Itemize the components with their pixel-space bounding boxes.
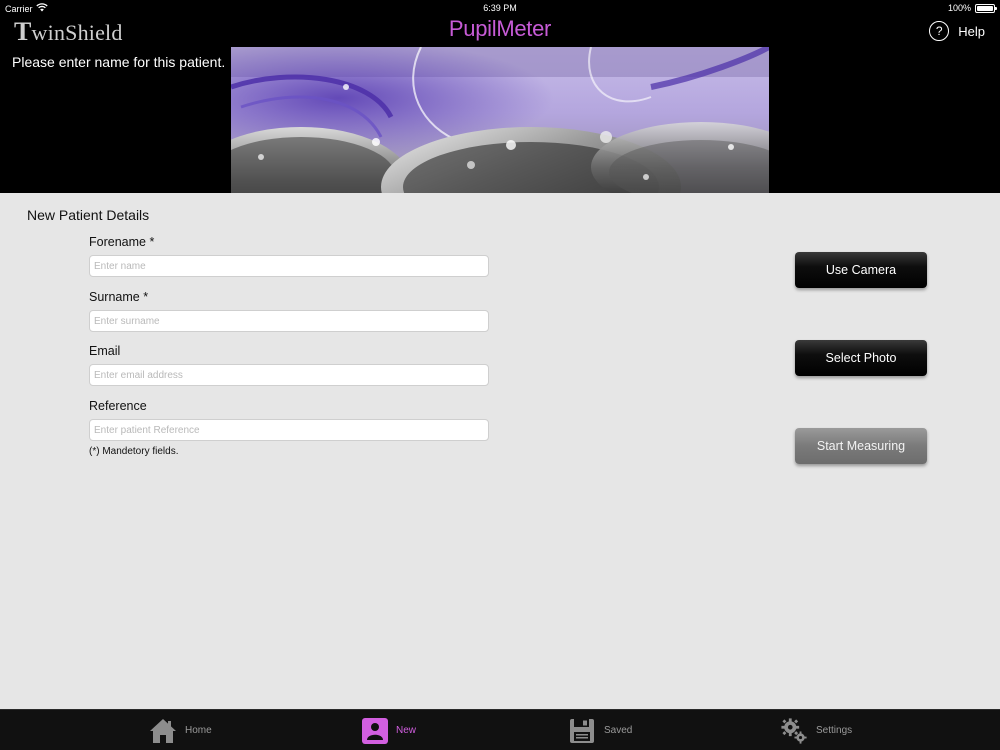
select-photo-button[interactable]: Select Photo (795, 340, 927, 376)
forename-label: Forename * (89, 235, 155, 249)
reference-label: Reference (89, 399, 147, 413)
question-circle-icon: ? (929, 21, 950, 41)
mandatory-note: (*) Mandetory fields. (89, 446, 179, 457)
tab-bar: Home New Saved Settings (0, 709, 1000, 750)
status-time: 6:39 PM (483, 3, 517, 13)
battery-icon (975, 3, 997, 13)
tab-home[interactable]: Home (149, 710, 212, 750)
forename-input[interactable] (89, 255, 489, 277)
status-battery: 100% (947, 3, 997, 13)
patient-form-panel: New Patient Details Forename * Surname *… (0, 193, 1000, 709)
tab-settings[interactable]: Settings (780, 710, 852, 750)
floppy-disk-icon (568, 717, 596, 745)
gears-icon (780, 717, 808, 745)
app-title: PupilMeter (448, 16, 552, 41)
email-input[interactable] (89, 364, 489, 386)
email-label: Email (89, 344, 121, 358)
tab-settings-label: Settings (816, 725, 853, 736)
tab-saved-label: Saved (604, 725, 633, 736)
use-camera-button[interactable]: Use Camera (795, 252, 927, 288)
battery-percent: 100% (947, 3, 971, 13)
patient-prompt: Please enter name for this patient. (12, 54, 226, 70)
tab-home-label: Home (185, 725, 212, 736)
section-title: New Patient Details (27, 207, 150, 223)
home-icon (149, 717, 177, 745)
tab-new-label: New (396, 725, 417, 736)
surname-input[interactable] (89, 310, 489, 332)
surname-label: Surname * (89, 290, 149, 304)
help-label: Help (958, 23, 985, 39)
lens-banner-image (231, 47, 769, 193)
start-measuring-button[interactable]: Start Measuring (795, 428, 927, 464)
reference-input[interactable] (89, 419, 489, 441)
status-bar: Carrier 6:39 PM 100% (0, 0, 1000, 16)
help-button[interactable]: ? Help (929, 21, 985, 41)
app-header: TwinShield PupilMeter ? Help Please ente… (0, 0, 1000, 193)
person-icon (362, 717, 388, 744)
tab-saved[interactable]: Saved (568, 710, 632, 750)
tab-new[interactable]: New (362, 710, 416, 750)
